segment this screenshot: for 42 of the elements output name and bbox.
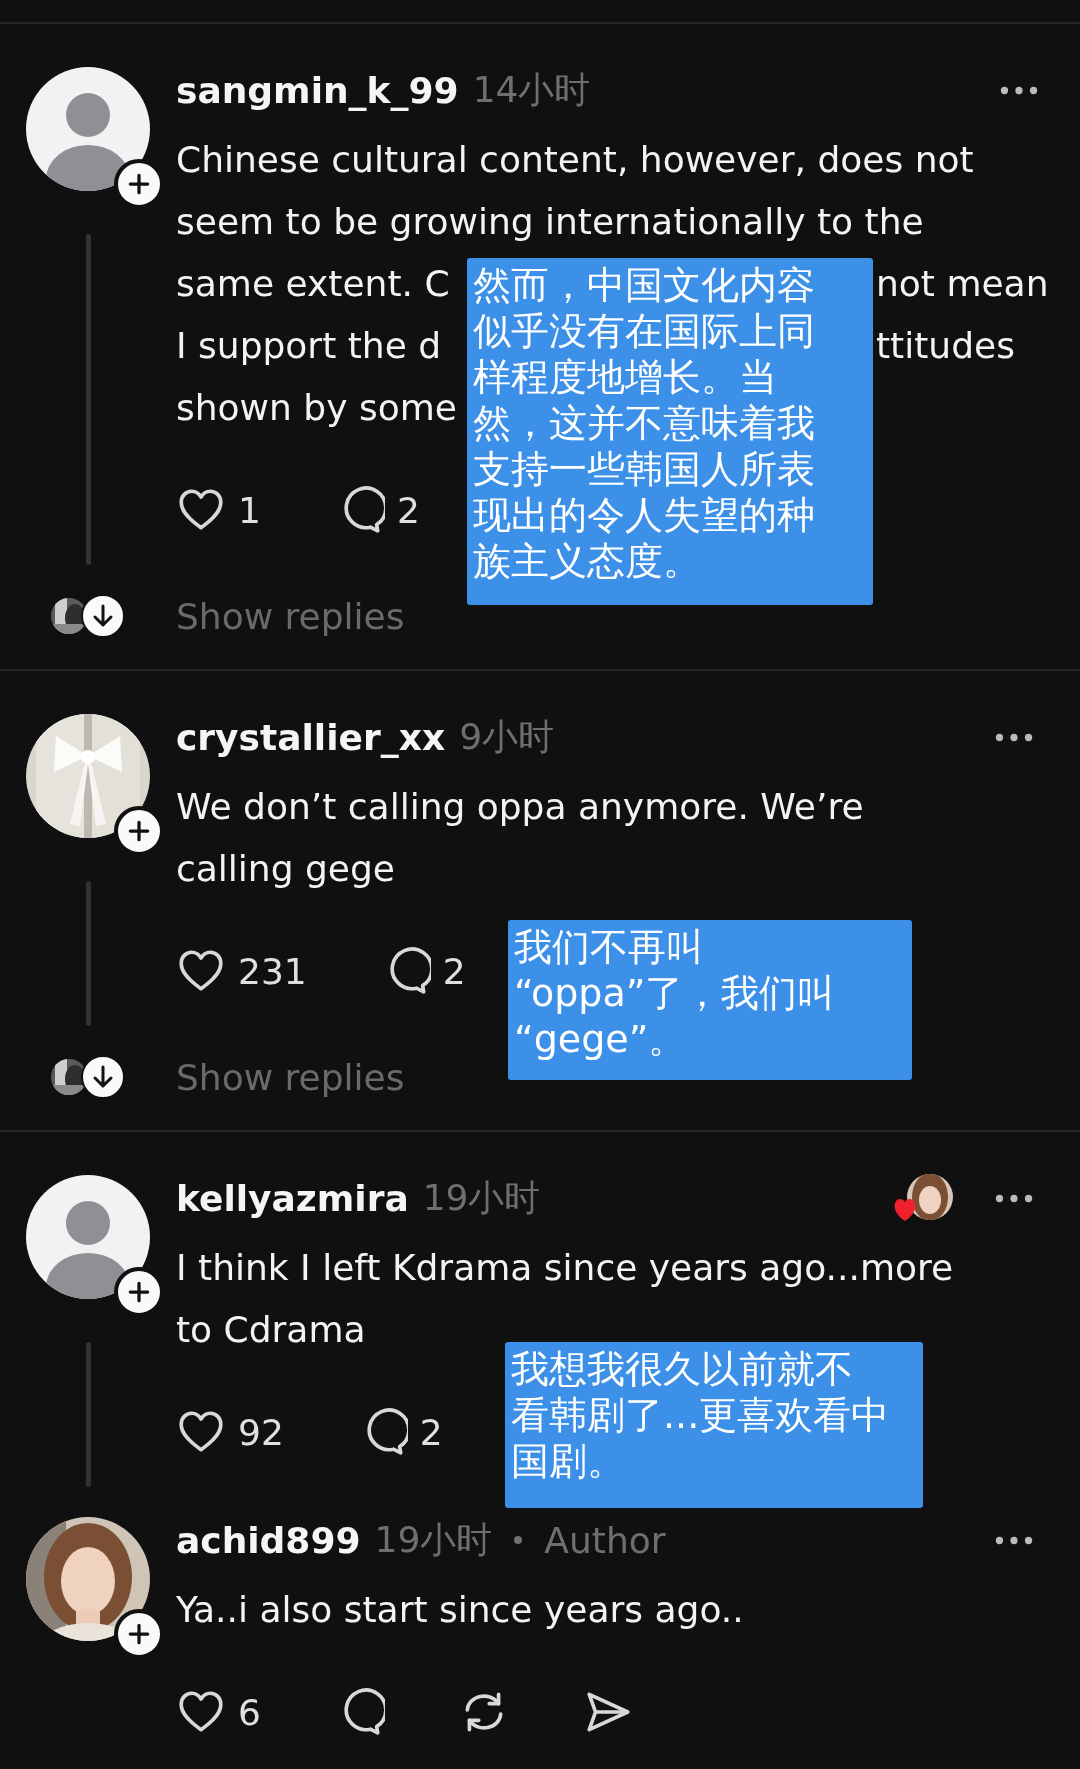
like-count: 231 — [238, 950, 307, 992]
timestamp: 19小时 — [422, 1175, 541, 1220]
more-icon[interactable] — [994, 1192, 1034, 1204]
username[interactable]: crystallier_xx — [176, 716, 446, 758]
comment-text: We don’t calling oppa anymore. We’re — [176, 786, 864, 827]
comment-text: Ya..i also start since years ago.. — [176, 1589, 744, 1630]
comment-text: Chinese cultural content, however, does not — [176, 139, 974, 180]
username[interactable]: achid899 — [176, 1519, 361, 1561]
comment-text: to Cdrama — [176, 1309, 366, 1350]
translation-note: 我想我很久以前就不 看韩剧了...更喜欢看中 国剧。 — [505, 1342, 923, 1508]
show-replies-link[interactable]: Show replies — [176, 1056, 405, 1098]
translation-note: 然而，中国文化内容 似乎没有在国际上同 样程度地增长。当 然，这并不意味着我 支持一些韩国人所表 现出的令人失望的种 族主义态度。 — [467, 258, 873, 605]
comment-text: ttitudes — [876, 324, 1015, 368]
reply-count: 2 — [396, 489, 420, 531]
more-icon[interactable] — [998, 84, 1039, 96]
plus-icon — [126, 1279, 152, 1305]
comment-text: shown by some — [176, 387, 457, 428]
username[interactable]: sangmin_k_99 — [176, 69, 459, 111]
author-label: Author — [544, 1519, 666, 1561]
plus-icon — [126, 1621, 152, 1647]
timestamp: 19小时 — [374, 1517, 493, 1562]
comment-text: seem to be growing internationally to the — [176, 201, 924, 242]
show-replies-link[interactable]: Show replies — [176, 595, 405, 637]
comment-text: I think I left Kdrama since years ago...more — [176, 1247, 954, 1288]
timestamp: 9小时 — [459, 714, 555, 759]
like-count: 92 — [238, 1411, 284, 1453]
username[interactable]: kellyazmira — [176, 1177, 409, 1219]
more-icon[interactable] — [994, 731, 1034, 743]
plus-icon — [126, 818, 152, 844]
comment-text: calling gege — [176, 848, 395, 889]
like-count: 6 — [238, 1691, 261, 1733]
comment-text: not mean — [876, 262, 1049, 306]
reply-count: 2 — [442, 950, 466, 992]
comment-text: same extent. C — [176, 262, 450, 306]
plus-icon — [126, 171, 152, 197]
timestamp: 14小时 — [472, 67, 591, 112]
like-count: 1 — [238, 489, 261, 531]
more-icon[interactable] — [994, 1534, 1034, 1546]
translation-note: 我们不再叫 “oppa”了，我们叫 “gege”。 — [508, 920, 912, 1080]
reply-count: 2 — [419, 1411, 443, 1453]
separator-dot — [514, 1536, 523, 1544]
comment-text: I support the d — [176, 324, 442, 368]
